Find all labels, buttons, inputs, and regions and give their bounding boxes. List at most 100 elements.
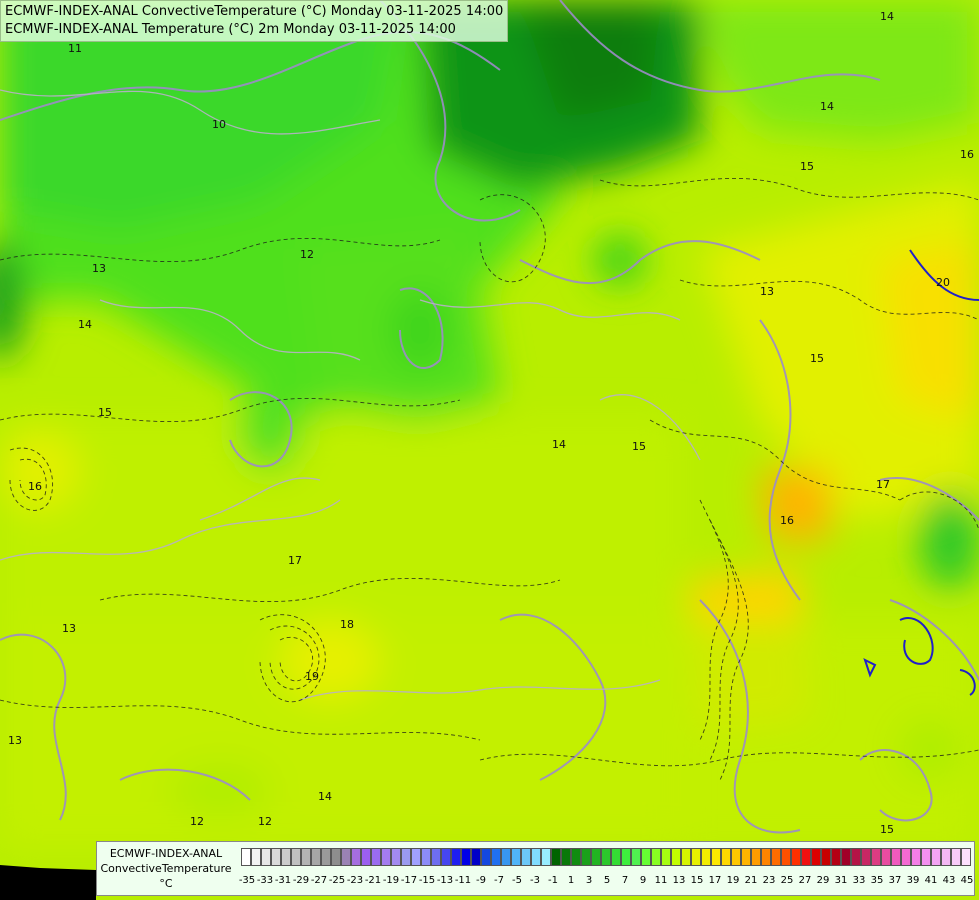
legend-tick-label: 45: [960, 875, 974, 886]
contour-label: 12: [258, 815, 272, 828]
legend-swatch: [441, 848, 451, 866]
legend-swatch: [711, 848, 721, 866]
contour-label: 13: [760, 285, 774, 298]
contour-label: 15: [98, 406, 112, 419]
legend-swatch: [961, 848, 971, 866]
legend-swatch: [901, 848, 911, 866]
legend-title-unit: °C: [159, 877, 173, 890]
legend-tick-label: 35: [870, 875, 884, 886]
contour-label: 14: [880, 10, 894, 23]
legend-swatch: [311, 848, 321, 866]
legend-swatch: [871, 848, 881, 866]
legend-swatch: [561, 848, 571, 866]
legend-swatch: [351, 848, 361, 866]
legend-swatch: [571, 848, 581, 866]
legend-tick-label: 33: [852, 875, 866, 886]
legend-tick-label: -19: [382, 875, 400, 886]
legend-tick-label: -11: [454, 875, 472, 886]
legend-swatch: [691, 848, 701, 866]
legend-swatch: [301, 848, 311, 866]
contour-label: 17: [876, 478, 890, 491]
legend-tick-label: -35: [238, 875, 256, 886]
legend-swatch: [431, 848, 441, 866]
legend-swatch: [601, 848, 611, 866]
legend-swatch: [611, 848, 621, 866]
legend-title-model: ECMWF-INDEX-ANAL: [109, 847, 223, 860]
legend-swatch: [241, 848, 251, 866]
legend-swatch: [361, 848, 371, 866]
legend-tick-label: 7: [621, 875, 629, 886]
legend-tick-label: -31: [274, 875, 292, 886]
legend-swatch: [811, 848, 821, 866]
color-field: [0, 0, 979, 850]
legend-tick-label: 9: [639, 875, 647, 886]
legend-swatch: [251, 848, 261, 866]
legend-tick-label: 43: [942, 875, 956, 886]
legend-swatch: [751, 848, 761, 866]
legend-swatch: [421, 848, 431, 866]
legend-swatch: [941, 848, 951, 866]
legend-tick-label: -15: [418, 875, 436, 886]
legend-swatch: [471, 848, 481, 866]
legend-tick-label: 39: [906, 875, 920, 886]
legend-tick-label: 1: [567, 875, 575, 886]
legend-tick-label: -9: [476, 875, 486, 886]
legend-swatch: [461, 848, 471, 866]
legend-swatch: [841, 848, 851, 866]
legend-swatch: [331, 848, 341, 866]
legend-tick-label: -1: [548, 875, 558, 886]
legend-swatch: [801, 848, 811, 866]
legend-swatch: [931, 848, 941, 866]
legend-swatches: [241, 848, 971, 868]
legend-tick-label: 29: [816, 875, 830, 886]
contour-label: 14: [820, 100, 834, 113]
contour-label: 15: [800, 160, 814, 173]
map-title-box: ECMWF-INDEX-ANAL ConvectiveTemperature (…: [0, 0, 509, 42]
legend-tick-label: 3: [585, 875, 593, 886]
legend-tick-label: 41: [924, 875, 938, 886]
contour-label: 16: [960, 148, 974, 161]
contour-label: 19: [305, 670, 319, 683]
legend-tick-label: 31: [834, 875, 848, 886]
legend-swatch: [401, 848, 411, 866]
legend-tick-label: 23: [762, 875, 776, 886]
legend-tick-label: -21: [364, 875, 382, 886]
contour-label: 16: [780, 514, 794, 527]
contour-label: 16: [28, 480, 42, 493]
legend-title: ECMWF-INDEX-ANAL ConvectiveTemperature °…: [99, 846, 233, 891]
contour-label: 11: [68, 42, 82, 55]
legend-title-variable: ConvectiveTemperature: [100, 862, 232, 875]
legend-swatch: [521, 848, 531, 866]
legend-swatch: [551, 848, 561, 866]
legend-tick-label: -5: [512, 875, 522, 886]
legend-swatch: [381, 848, 391, 866]
legend-swatch: [891, 848, 901, 866]
legend-tick-label: -25: [328, 875, 346, 886]
contour-label: 14: [552, 438, 566, 451]
legend-tick-label: -23: [346, 875, 364, 886]
legend-tick-label: -29: [292, 875, 310, 886]
legend-swatch: [621, 848, 631, 866]
legend-swatch: [761, 848, 771, 866]
legend-swatch: [861, 848, 871, 866]
legend-tick-label: 19: [726, 875, 740, 886]
legend-tick-label: -27: [310, 875, 328, 886]
legend-swatch: [451, 848, 461, 866]
contour-label: 17: [288, 554, 302, 567]
legend-swatch: [741, 848, 751, 866]
contour-label: 12: [300, 248, 314, 261]
legend-tick-label: -7: [494, 875, 504, 886]
legend-swatch: [661, 848, 671, 866]
legend-swatch: [501, 848, 511, 866]
legend-tick-label: -17: [400, 875, 418, 886]
title-line-temperature: ECMWF-INDEX-ANAL Temperature (°C) 2m Mon…: [5, 22, 456, 37]
legend-swatch: [911, 848, 921, 866]
temperature-field: 1110121314151617181920131214 151315161714…: [0, 0, 979, 900]
contour-label: 10: [212, 118, 226, 131]
legend-swatch: [291, 848, 301, 866]
legend-swatch: [321, 848, 331, 866]
legend-swatch: [731, 848, 741, 866]
contour-label: 15: [810, 352, 824, 365]
legend-swatch: [511, 848, 521, 866]
legend-swatch: [631, 848, 641, 866]
